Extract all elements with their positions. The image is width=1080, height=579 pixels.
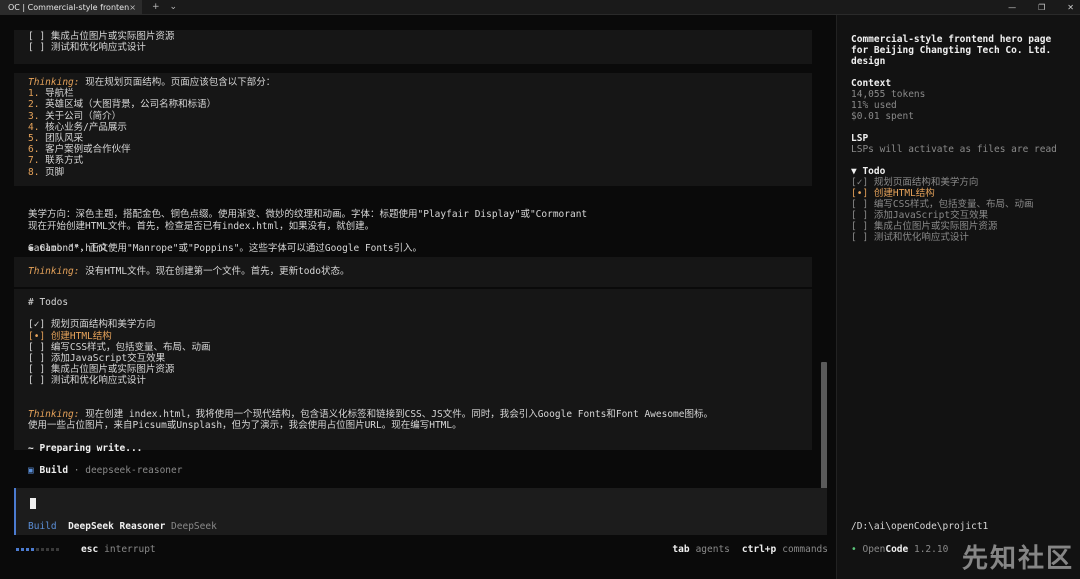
sidebar-todo-item: [ ] 集成占位图片或实际图片资源 [851, 221, 998, 232]
window-controls: — ❐ ✕ [1008, 0, 1074, 14]
sidebar-todo-item: [ ] 编写CSS样式，包括变量、布局、动画 [851, 199, 1034, 210]
todo-toggle[interactable]: ▼ Todo [851, 166, 1034, 177]
cost-spent: $0.01 spent [851, 111, 914, 122]
sidebar-todo-item: [ ] 测试和优化响应式设计 [851, 232, 969, 243]
session-sidebar: Commercial-style frontend hero page for … [836, 15, 1080, 579]
close-window-button[interactable]: ✕ [1067, 3, 1074, 12]
todo-item: [ ] 测试和优化响应式设计 [28, 375, 146, 387]
new-tab-button[interactable]: + [152, 2, 160, 12]
esc-key: esc [81, 543, 99, 555]
terminal-tab[interactable]: OC | Commercial-style fronten × [0, 0, 142, 14]
thinking-text: 使用一些占位图片，来自Picsum或Unsplash，但为了演示，我会使用占位图… [28, 420, 462, 432]
title-bar: OC | Commercial-style fronten × + ⌄ — ❐ … [0, 0, 1080, 15]
agent-mode: Build [28, 521, 57, 532]
list-item: 7. 联系方式 [28, 155, 84, 167]
build-model: · deepseek-reasoner [68, 465, 183, 476]
sidebar-todo-item-active: [•] 创建HTML结构 [851, 188, 935, 199]
build-label: Build [39, 465, 69, 476]
tab-dropdown-icon[interactable]: ⌄ [170, 2, 178, 12]
tab-key: tab [672, 543, 690, 555]
prompt-input[interactable]: Build DeepSeek Reasoner DeepSeek [14, 488, 827, 535]
status-dot-icon: • [851, 544, 857, 555]
ctrlp-action: commands [782, 543, 828, 555]
build-line: ▣ Build · deepseek-reasoner [28, 465, 182, 476]
session-title: Commercial-style frontend hero page for … [851, 34, 1052, 67]
text-cursor [30, 498, 36, 509]
lsp-text: LSPs will activate as files are read [851, 144, 1057, 155]
project-path: /D:\ai\openCode\projict1 [851, 521, 989, 532]
todos-header: # Todos [28, 297, 69, 308]
todo-item-active: [•] 创建HTML结构 [28, 330, 112, 342]
list-item: 8. 页脚 [28, 166, 65, 178]
ctrlp-key: ctrl+p [741, 543, 777, 555]
thinking-label: Thinking: [28, 77, 80, 88]
model-name: DeepSeek Reasoner [68, 521, 166, 532]
context-label: Context [851, 78, 892, 89]
lsp-label: LSP [851, 133, 869, 144]
thinking-text: 没有HTML文件。现在创建第一个文件。首先，更新todo状态。 [79, 266, 350, 277]
transcript-line: [ ] 集成占位图片或实际图片资源 [28, 31, 175, 42]
lsp-section: LSP LSPs will activate as files are read [851, 133, 1057, 155]
tab-action: agents [695, 543, 730, 555]
create-html-text: 现在开始创建HTML文件。首先，检查是否已有index.html，如果没有，就创… [28, 221, 375, 232]
usage-percent: 11% used [851, 100, 897, 111]
list-item: 1. 导航栏 [28, 88, 74, 100]
app-version: • OpenCode 1.2.10 [851, 544, 949, 555]
activity-indicator [16, 547, 59, 551]
list-item: 2. 英雄区域（大图背景，公司名称和标语） [28, 99, 217, 111]
todo-item: [ ] 编写CSS样式，包括变量、布局、动画 [28, 341, 211, 353]
todo-item: [✓] 规划页面结构和美学方向 [28, 319, 156, 331]
input-agent-info: Build DeepSeek Reasoner DeepSeek [28, 521, 217, 532]
list-item: 5. 团队风采 [28, 132, 84, 144]
tab-title: OC | Commercial-style fronten [8, 2, 130, 12]
scrollbar-thumb[interactable] [821, 362, 827, 490]
transcript-line: [ ] 测试和优化响应式设计 [28, 42, 146, 54]
todo-tail-block: [ ] 集成占位图片或实际图片资源 [ ] 测试和优化响应式设计 [14, 30, 812, 64]
token-count: 14,055 tokens [851, 89, 926, 100]
list-item: 4. 核心业务/产品展示 [28, 121, 127, 133]
thinking-block-2: Thinking: 没有HTML文件。现在创建第一个文件。首先，更新todo状态… [14, 257, 812, 287]
preparing-status: ~ Preparing write... [28, 443, 143, 454]
close-tab-icon[interactable]: × [129, 3, 136, 12]
maximize-button[interactable]: ❐ [1038, 3, 1045, 12]
thinking-label: Thinking: [28, 409, 80, 420]
thinking-text: 现在规划页面结构。页面应该包含以下部分： [79, 77, 276, 88]
glob-tool-call: ✱ Glob "*.html" [28, 243, 114, 254]
list-item: 6. 客户案例或合作伙伴 [28, 144, 131, 156]
thinking-text: 现在创建 index.html，我将使用一个现代结构，包含语义化标签和链接到CS… [79, 409, 713, 420]
provider-name: DeepSeek [171, 521, 217, 532]
minimize-button[interactable]: — [1008, 3, 1016, 12]
watermark-logo: 先知社区 [961, 544, 1074, 574]
esc-action: interrupt [104, 543, 156, 555]
build-icon: ▣ [28, 465, 34, 476]
thinking-label: Thinking: [28, 266, 80, 277]
sidebar-todo-item: [ ] 添加JavaScript交互效果 [851, 210, 989, 221]
list-item: 3. 关于公司（简介） [28, 110, 122, 122]
thinking-block: Thinking: 现在规划页面结构。页面应该包含以下部分： 1. 导航栏 2.… [14, 73, 812, 186]
context-section: Context 14,055 tokens 11% used $0.01 spe… [851, 78, 925, 122]
todo-section: ▼ Todo [✓] 规划页面结构和美学方向 [•] 创建HTML结构 [ ] … [851, 166, 1034, 243]
status-bar: esc interrupt tab agents ctrl+p commands [16, 543, 828, 555]
todo-item: [ ] 集成占位图片或实际图片资源 [28, 364, 175, 376]
todo-item: [ ] 添加JavaScript交互效果 [28, 352, 166, 364]
sidebar-todo-item: [✓] 规划页面结构和美学方向 [851, 177, 979, 188]
todos-block: # Todos [✓] 规划页面结构和美学方向 [•] 创建HTML结构 [ ]… [14, 289, 812, 405]
